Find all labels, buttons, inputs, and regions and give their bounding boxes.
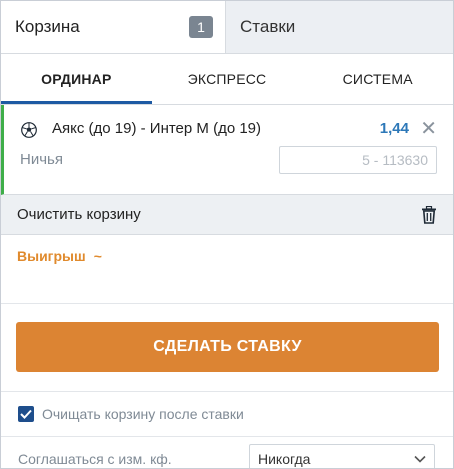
- accept-odds-select[interactable]: Никогда: [249, 444, 435, 468]
- clear-cart-bar[interactable]: Очистить корзину: [1, 195, 453, 235]
- accept-odds-row: Соглашаться с изм. кф. Никогда: [1, 437, 453, 468]
- win-value: ~: [93, 248, 102, 264]
- tab-bets-label: Ставки: [240, 17, 296, 36]
- accept-odds-label: Соглашаться с изм. кф.: [18, 451, 172, 467]
- bet-slip: Корзина 1 Ставки ОРДИНАР ЭКСПРЕСС СИСТЕМ…: [0, 0, 454, 469]
- bet-odds: 1,44: [379, 120, 409, 137]
- soccer-ball-icon: [21, 122, 37, 138]
- checkmark-icon: [20, 409, 32, 419]
- win-label: Выигрыш: [17, 248, 86, 264]
- make-bet-button[interactable]: СДЕЛАТЬ СТАВКУ: [16, 322, 439, 372]
- clear-cart-label: Очистить корзину: [17, 206, 141, 223]
- bet-item: Аякс (до 19) - Интер М (до 19) 1,44 ✕ Ни…: [1, 105, 453, 195]
- tab-express[interactable]: ЭКСПРЕСС: [152, 54, 303, 104]
- top-tabs: Корзина 1 Ставки: [1, 1, 453, 54]
- match-name: Аякс (до 19) - Интер М (до 19): [52, 120, 262, 137]
- stake-input[interactable]: [279, 146, 437, 174]
- clear-after-bet-row: Очищать корзину после ставки: [1, 392, 453, 437]
- tab-cart-label: Корзина: [15, 17, 80, 36]
- bet-outcome: Ничья: [20, 151, 63, 168]
- tab-single[interactable]: ОРДИНАР: [1, 54, 152, 104]
- accept-odds-value: Никогда: [258, 451, 311, 467]
- remove-bet-close-icon[interactable]: ✕: [420, 119, 437, 139]
- clear-after-bet-checkbox[interactable]: [18, 406, 34, 422]
- cart-count-badge: 1: [189, 16, 213, 38]
- chevron-down-icon: [414, 455, 426, 463]
- trash-icon[interactable]: [421, 205, 437, 224]
- bet-type-tabs: ОРДИНАР ЭКСПРЕСС СИСТЕМА: [1, 54, 453, 105]
- tab-bets[interactable]: Ставки: [226, 1, 453, 53]
- clear-after-bet-label: Очищать корзину после ставки: [42, 406, 244, 422]
- make-bet-section: СДЕЛАТЬ СТАВКУ: [1, 304, 453, 392]
- tab-cart[interactable]: Корзина 1: [1, 1, 226, 53]
- potential-win: Выигрыш ~: [1, 235, 453, 277]
- tab-system[interactable]: СИСТЕМА: [302, 54, 453, 104]
- divider: [1, 277, 453, 304]
